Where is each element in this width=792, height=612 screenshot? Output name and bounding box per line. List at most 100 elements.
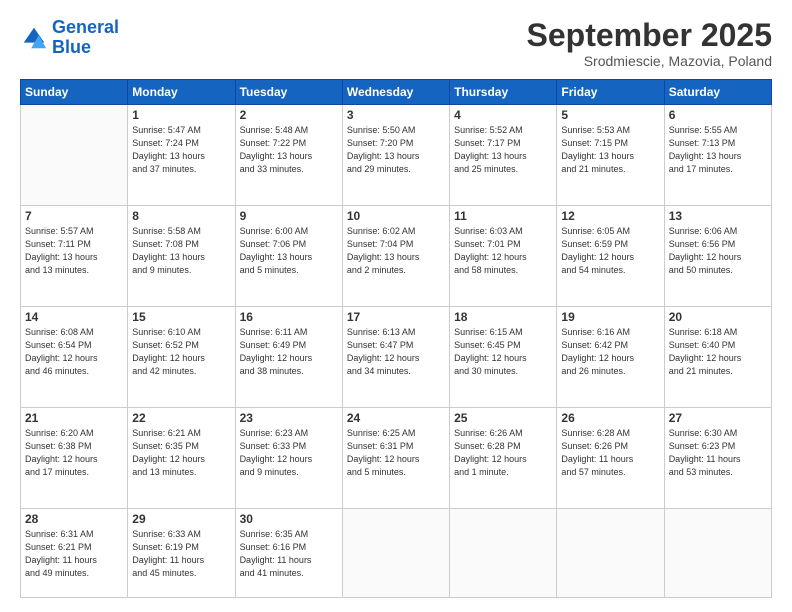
day-info: Sunrise: 6:08 AM Sunset: 6:54 PM Dayligh… [25, 326, 123, 378]
table-row [21, 105, 128, 206]
day-number: 28 [25, 512, 123, 526]
table-row: 19 Sunrise: 6:16 AM Sunset: 6:42 PM Dayli… [557, 306, 664, 407]
table-row: 22 Sunrise: 6:21 AM Sunset: 6:35 PM Dayli… [128, 407, 235, 508]
day-info: Sunrise: 6:20 AM Sunset: 6:38 PM Dayligh… [25, 427, 123, 479]
day-number: 22 [132, 411, 230, 425]
header-row: Sunday Monday Tuesday Wednesday Thursday… [21, 80, 772, 105]
day-info: Sunrise: 5:55 AM Sunset: 7:13 PM Dayligh… [669, 124, 767, 176]
day-info: Sunrise: 6:31 AM Sunset: 6:21 PM Dayligh… [25, 528, 123, 580]
table-row: 21 Sunrise: 6:20 AM Sunset: 6:38 PM Dayli… [21, 407, 128, 508]
day-number: 14 [25, 310, 123, 324]
day-number: 15 [132, 310, 230, 324]
day-number: 2 [240, 108, 338, 122]
table-row: 29 Sunrise: 6:33 AM Sunset: 6:19 PM Dayli… [128, 508, 235, 597]
day-number: 11 [454, 209, 552, 223]
day-info: Sunrise: 6:15 AM Sunset: 6:45 PM Dayligh… [454, 326, 552, 378]
subtitle: Srodmiescie, Mazovia, Poland [527, 53, 772, 69]
table-row: 6 Sunrise: 5:55 AM Sunset: 7:13 PM Daylig… [664, 105, 771, 206]
day-number: 5 [561, 108, 659, 122]
day-info: Sunrise: 6:02 AM Sunset: 7:04 PM Dayligh… [347, 225, 445, 277]
table-row: 12 Sunrise: 6:05 AM Sunset: 6:59 PM Dayli… [557, 206, 664, 307]
table-row: 1 Sunrise: 5:47 AM Sunset: 7:24 PM Daylig… [128, 105, 235, 206]
day-number: 23 [240, 411, 338, 425]
day-info: Sunrise: 6:13 AM Sunset: 6:47 PM Dayligh… [347, 326, 445, 378]
day-number: 17 [347, 310, 445, 324]
col-tuesday: Tuesday [235, 80, 342, 105]
table-row: 11 Sunrise: 6:03 AM Sunset: 7:01 PM Dayli… [450, 206, 557, 307]
col-sunday: Sunday [21, 80, 128, 105]
table-row: 10 Sunrise: 6:02 AM Sunset: 7:04 PM Dayli… [342, 206, 449, 307]
table-row: 28 Sunrise: 6:31 AM Sunset: 6:21 PM Dayli… [21, 508, 128, 597]
day-info: Sunrise: 5:53 AM Sunset: 7:15 PM Dayligh… [561, 124, 659, 176]
day-info: Sunrise: 6:10 AM Sunset: 6:52 PM Dayligh… [132, 326, 230, 378]
col-friday: Friday [557, 80, 664, 105]
day-info: Sunrise: 6:18 AM Sunset: 6:40 PM Dayligh… [669, 326, 767, 378]
day-number: 6 [669, 108, 767, 122]
day-info: Sunrise: 5:57 AM Sunset: 7:11 PM Dayligh… [25, 225, 123, 277]
col-wednesday: Wednesday [342, 80, 449, 105]
day-info: Sunrise: 6:21 AM Sunset: 6:35 PM Dayligh… [132, 427, 230, 479]
table-row: 18 Sunrise: 6:15 AM Sunset: 6:45 PM Dayli… [450, 306, 557, 407]
table-row: 4 Sunrise: 5:52 AM Sunset: 7:17 PM Daylig… [450, 105, 557, 206]
month-title: September 2025 [527, 18, 772, 53]
day-info: Sunrise: 6:23 AM Sunset: 6:33 PM Dayligh… [240, 427, 338, 479]
day-info: Sunrise: 6:25 AM Sunset: 6:31 PM Dayligh… [347, 427, 445, 479]
day-number: 16 [240, 310, 338, 324]
day-number: 18 [454, 310, 552, 324]
col-monday: Monday [128, 80, 235, 105]
day-info: Sunrise: 6:28 AM Sunset: 6:26 PM Dayligh… [561, 427, 659, 479]
page: General Blue September 2025 Srodmiescie,… [0, 0, 792, 612]
day-number: 24 [347, 411, 445, 425]
table-row: 17 Sunrise: 6:13 AM Sunset: 6:47 PM Dayli… [342, 306, 449, 407]
day-number: 21 [25, 411, 123, 425]
col-thursday: Thursday [450, 80, 557, 105]
table-row: 9 Sunrise: 6:00 AM Sunset: 7:06 PM Daylig… [235, 206, 342, 307]
table-row: 14 Sunrise: 6:08 AM Sunset: 6:54 PM Dayli… [21, 306, 128, 407]
table-row: 20 Sunrise: 6:18 AM Sunset: 6:40 PM Dayli… [664, 306, 771, 407]
day-info: Sunrise: 6:35 AM Sunset: 6:16 PM Dayligh… [240, 528, 338, 580]
header: General Blue September 2025 Srodmiescie,… [20, 18, 772, 69]
day-number: 7 [25, 209, 123, 223]
table-row: 15 Sunrise: 6:10 AM Sunset: 6:52 PM Dayli… [128, 306, 235, 407]
col-saturday: Saturday [664, 80, 771, 105]
table-row [664, 508, 771, 597]
table-row: 24 Sunrise: 6:25 AM Sunset: 6:31 PM Dayli… [342, 407, 449, 508]
day-number: 8 [132, 209, 230, 223]
table-row: 13Sunrise: 6:06 AM Sunset: 6:56 PM Dayli… [664, 206, 771, 307]
day-info: Sunrise: 5:52 AM Sunset: 7:17 PM Dayligh… [454, 124, 552, 176]
table-row: 16Sunrise: 6:11 AM Sunset: 6:49 PM Dayli… [235, 306, 342, 407]
logo-icon [20, 24, 48, 52]
day-number: 30 [240, 512, 338, 526]
table-row: 27 Sunrise: 6:30 AM Sunset: 6:23 PM Dayli… [664, 407, 771, 508]
day-number: 4 [454, 108, 552, 122]
table-row: 5 Sunrise: 5:53 AM Sunset: 7:15 PM Daylig… [557, 105, 664, 206]
day-info: Sunrise: 6:00 AM Sunset: 7:06 PM Dayligh… [240, 225, 338, 277]
day-info: Sunrise: 6:05 AM Sunset: 6:59 PM Dayligh… [561, 225, 659, 277]
day-info: Sunrise: 6:33 AM Sunset: 6:19 PM Dayligh… [132, 528, 230, 580]
day-info: Sunrise: 6:16 AM Sunset: 6:42 PM Dayligh… [561, 326, 659, 378]
table-row: 26 Sunrise: 6:28 AM Sunset: 6:26 PM Dayli… [557, 407, 664, 508]
day-info: Sunrise: 5:50 AM Sunset: 7:20 PM Dayligh… [347, 124, 445, 176]
logo: General Blue [20, 18, 119, 58]
day-number: 10 [347, 209, 445, 223]
day-number: 9 [240, 209, 338, 223]
day-info: Sunrise: 6:03 AM Sunset: 7:01 PM Dayligh… [454, 225, 552, 277]
day-number: 3 [347, 108, 445, 122]
day-info: Sunrise: 6:26 AM Sunset: 6:28 PM Dayligh… [454, 427, 552, 479]
table-row [450, 508, 557, 597]
calendar-table: Sunday Monday Tuesday Wednesday Thursday… [20, 79, 772, 598]
day-number: 20 [669, 310, 767, 324]
day-info: Sunrise: 6:30 AM Sunset: 6:23 PM Dayligh… [669, 427, 767, 479]
day-number: 29 [132, 512, 230, 526]
table-row: 7 Sunrise: 5:57 AM Sunset: 7:11 PM Daylig… [21, 206, 128, 307]
table-row [557, 508, 664, 597]
day-info: Sunrise: 5:47 AM Sunset: 7:24 PM Dayligh… [132, 124, 230, 176]
day-number: 27 [669, 411, 767, 425]
day-number: 1 [132, 108, 230, 122]
day-number: 19 [561, 310, 659, 324]
day-number: 26 [561, 411, 659, 425]
day-info: Sunrise: 6:06 AM Sunset: 6:56 PM Dayligh… [669, 225, 767, 277]
day-number: 12 [561, 209, 659, 223]
day-info: Sunrise: 5:48 AM Sunset: 7:22 PM Dayligh… [240, 124, 338, 176]
table-row: 8Sunrise: 5:58 AM Sunset: 7:08 PM Daylig… [128, 206, 235, 307]
